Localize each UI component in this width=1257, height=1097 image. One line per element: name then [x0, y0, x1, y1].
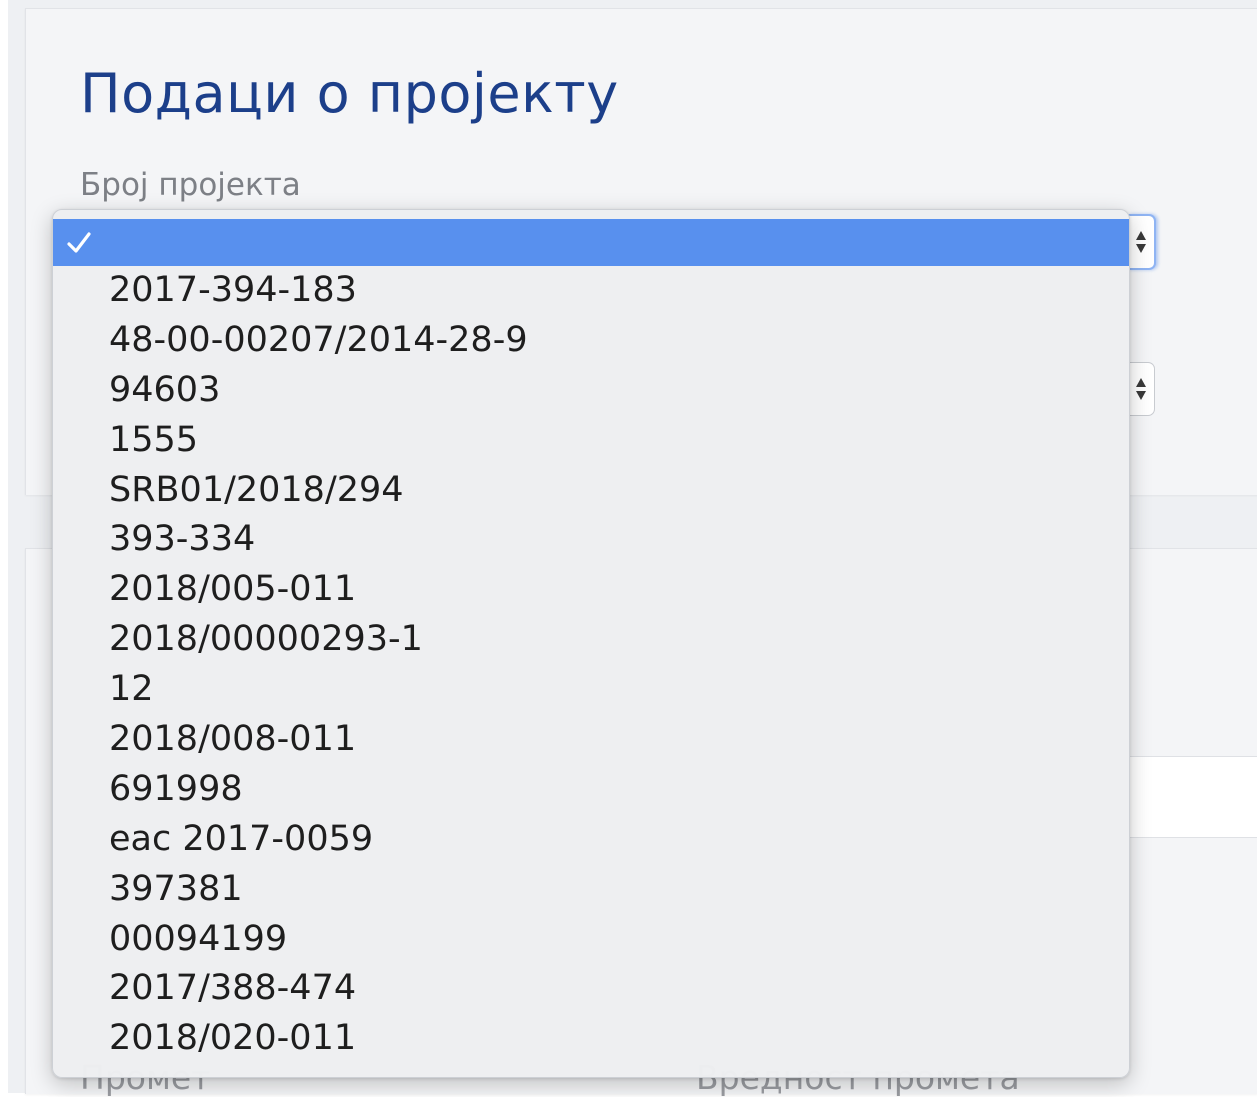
dropdown-option[interactable]: SRB01/2018/294 — [53, 466, 1129, 516]
dropdown-option[interactable]: 94603 — [53, 366, 1129, 416]
dropdown-option[interactable]: 393-334 — [53, 515, 1129, 565]
dropdown-option[interactable]: 2017-394-183 — [53, 266, 1129, 316]
dropdown-option[interactable]: eac 2017-0059 — [53, 815, 1129, 865]
project-number-label: Број пројекта — [80, 167, 301, 203]
check-icon — [67, 232, 91, 253]
section-title: Подаци о пројекту — [80, 62, 619, 125]
dropdown-option[interactable]: 2018/020-011 — [53, 1014, 1129, 1064]
dropdown-option-empty[interactable] — [53, 219, 1129, 266]
input-field-band — [1128, 756, 1257, 838]
dropdown-option[interactable]: 00094199 — [53, 915, 1129, 965]
dropdown-option[interactable]: 12 — [53, 665, 1129, 715]
dropdown-option[interactable]: 1555 — [53, 416, 1129, 466]
dropdown-option[interactable]: 2018/008-011 — [53, 715, 1129, 765]
second-select[interactable] — [1128, 362, 1155, 416]
dropdown-options-list: 2017-394-183 48-00-00207/2014-28-9 94603… — [53, 210, 1129, 1064]
dropdown-option[interactable]: 2018/005-011 — [53, 565, 1129, 615]
dropdown-option[interactable]: 48-00-00207/2014-28-9 — [53, 316, 1129, 366]
dropdown-option[interactable]: 691998 — [53, 765, 1129, 815]
dropdown-option[interactable]: 2018/00000293-1 — [53, 615, 1129, 665]
updown-icon — [1136, 231, 1146, 253]
updown-icon — [1136, 378, 1146, 400]
dropdown-option[interactable]: 397381 — [53, 865, 1129, 915]
project-number-select[interactable] — [1128, 214, 1156, 270]
project-number-dropdown[interactable]: 2017-394-183 48-00-00207/2014-28-9 94603… — [52, 209, 1130, 1078]
dropdown-option[interactable]: 2017/388-474 — [53, 964, 1129, 1014]
